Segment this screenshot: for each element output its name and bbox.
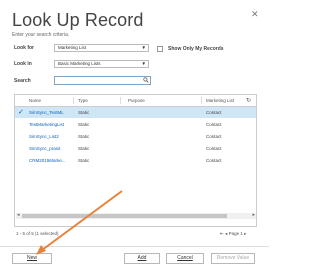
add-button[interactable]: Add [124,253,160,264]
scroll-right-icon[interactable]: ▸ [252,212,255,218]
row-marketing-list: Contact [206,146,222,151]
refresh-icon[interactable]: ↻ [246,97,251,104]
table-row[interactable]: CRM2015Marke... Static Contact [15,155,256,166]
grid-header: Name Type Purpose Marketing List ↻ [15,95,256,107]
dialog-subtitle: Enter your search criteria. [12,32,70,38]
records-grid: Name Type Purpose Marketing List ↻ ✓ Sim… [14,94,257,227]
row-type: Static [78,158,90,163]
show-only-my-records-checkbox[interactable] [157,46,163,52]
row-marketing-list: Contact [206,134,222,139]
horizontal-scrollbar[interactable]: ◂ ▸ [16,212,256,219]
column-divider [120,97,121,104]
look-in-label: Look in [14,61,32,67]
row-name-link[interactable]: SimSync_prasit [29,146,60,151]
row-name-link[interactable]: TestMarketingList [29,122,64,127]
next-page-icon[interactable]: ▸ [244,231,246,236]
table-row[interactable]: SimSync_List2 Static Contact [15,131,256,142]
row-type: Static [78,122,90,127]
look-in-value: Basic Marketing Lists [58,61,101,66]
table-row[interactable]: SimSync_prasit Static Contact [15,143,256,154]
row-type: Static [78,146,90,151]
lookup-dialog: Look Up Record Enter your search criteri… [0,0,269,270]
column-header-purpose[interactable]: Purpose [128,98,145,103]
pager: ⇤ ◂ Page 1 ▸ [220,231,246,237]
close-icon[interactable]: ✕ [251,10,259,19]
page-label: Page 1 [228,231,243,236]
new-button[interactable]: New [12,253,52,264]
first-page-icon[interactable]: ⇤ [220,231,224,236]
chevron-down-icon: ▼ [141,45,146,50]
table-row[interactable]: ✓ SimSync_TestML Static Contact [15,107,256,118]
look-for-value: Marketing List [58,45,87,50]
row-type: Static [78,134,90,139]
row-name-link[interactable]: SimSync_List2 [29,134,59,139]
search-label: Search [14,78,31,84]
column-header-marketing-list[interactable]: Marketing List [206,98,234,103]
checkmark-icon: ✓ [18,109,24,116]
column-header-name[interactable]: Name [29,98,41,103]
look-for-select[interactable]: Marketing List ▼ [54,44,149,52]
column-divider [201,97,202,104]
row-name-link[interactable]: SimSync_TestML [29,110,64,115]
search-input[interactable] [54,76,151,85]
dialog-title: Look Up Record [12,10,144,30]
table-row[interactable]: TestMarketingList Static Contact [15,119,256,130]
row-marketing-list: Contact [206,122,222,127]
row-name-link[interactable]: CRM2015Marke... [29,158,66,163]
footer-divider [0,246,269,247]
row-marketing-list: Contact [206,158,222,163]
column-divider [73,97,74,104]
look-for-label: Look for [14,45,34,51]
search-icon[interactable] [143,77,149,83]
record-count-status: 1 - 5 of 5 (1 selected) [16,231,59,236]
remove-value-button[interactable]: Remove Value [211,253,255,264]
look-in-select[interactable]: Basic Marketing Lists ▼ [54,60,149,68]
scroll-left-icon[interactable]: ◂ [17,212,20,218]
cancel-button[interactable]: Cancel [166,253,204,264]
scrollbar-thumb[interactable] [22,214,227,218]
chevron-down-icon: ▼ [141,61,146,66]
column-header-type[interactable]: Type [78,98,88,103]
row-marketing-list: Contact [206,110,222,115]
previous-page-icon[interactable]: ◂ [225,231,227,236]
show-only-my-records-label: Show Only My Records [168,46,224,52]
row-type: Static [78,110,90,115]
